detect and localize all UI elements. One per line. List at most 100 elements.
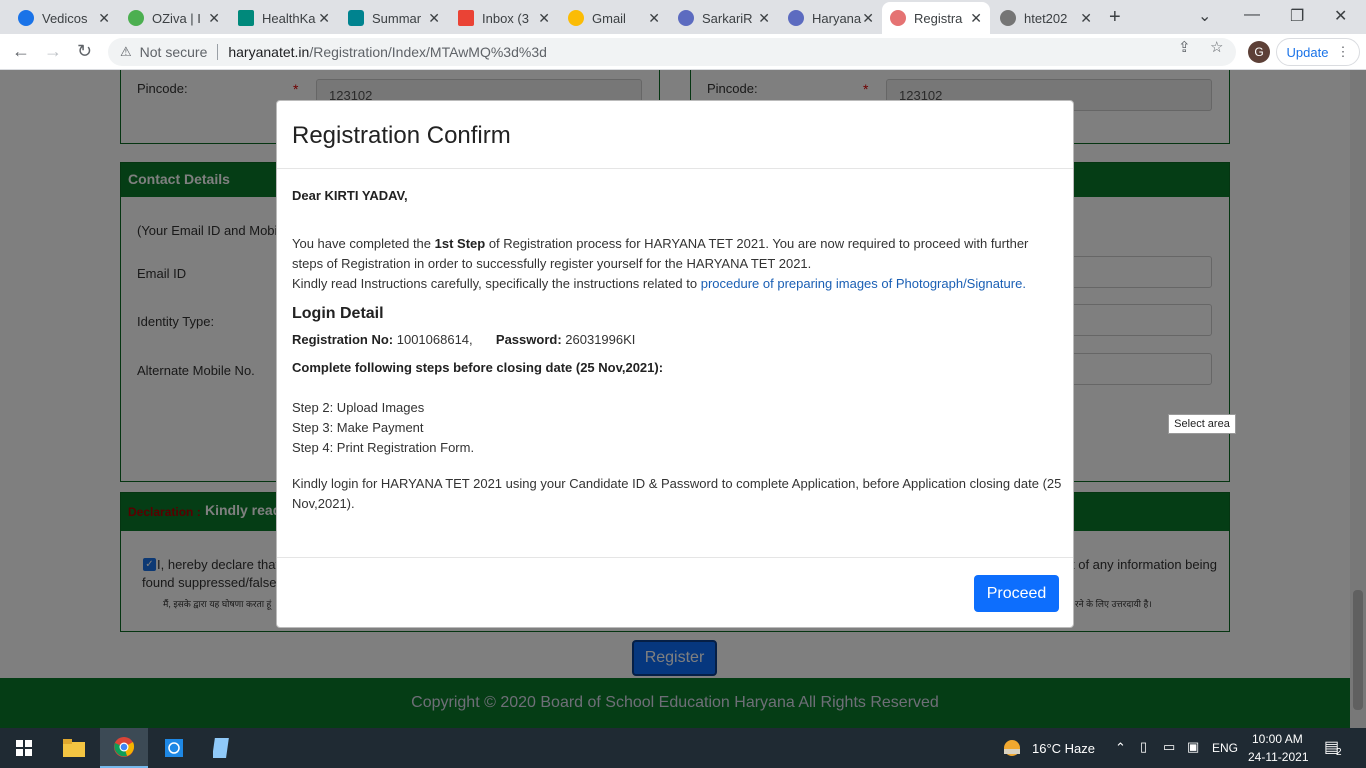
chrome-icon[interactable] xyxy=(100,728,148,768)
browser-tab[interactable]: Haryana ✕ xyxy=(780,2,882,34)
back-arrow-icon[interactable]: ← xyxy=(12,41,30,62)
clock-date[interactable]: 24-11-2021 xyxy=(1248,750,1309,764)
weather-icon[interactable] xyxy=(1002,738,1022,761)
windows-start-icon[interactable] xyxy=(0,728,48,768)
divider xyxy=(217,44,219,60)
battery-icon[interactable]: ▭ xyxy=(1163,739,1175,755)
bookmark-star-icon[interactable]: ☆ xyxy=(1210,38,1223,56)
tab-title: Vedicos xyxy=(42,10,88,26)
browser-tab[interactable]: Gmail ✕ xyxy=(560,2,668,34)
login-detail-heading: Login Detail xyxy=(292,305,384,322)
modal-header: Registration Confirm xyxy=(277,101,1073,169)
chevron-up-icon[interactable]: ⌃ xyxy=(1115,740,1126,756)
tab-title: htet202 xyxy=(1024,10,1068,26)
weather-text[interactable]: 16°C Haze xyxy=(1032,741,1095,756)
tab-title: Gmail xyxy=(592,10,626,26)
para-text: Kindly read Instructions carefully, spec… xyxy=(292,276,701,291)
notification-count: 2 xyxy=(1336,747,1342,758)
close-tab-icon[interactable]: ✕ xyxy=(538,10,550,27)
instructions-link[interactable]: procedure of preparing images of Photogr… xyxy=(701,276,1026,291)
close-tab-icon[interactable]: ✕ xyxy=(1080,10,1092,27)
browser-tab-strip: Vedicos ✕ OZiva | I ✕ HealthKa ✕ Summar … xyxy=(0,0,1366,34)
close-tab-icon[interactable]: ✕ xyxy=(318,10,330,27)
step-highlight: 1st Step xyxy=(434,236,486,251)
tab-search-icon[interactable]: ⌄ xyxy=(1198,6,1211,26)
close-tab-icon[interactable]: ✕ xyxy=(970,10,982,27)
close-tab-icon[interactable]: ✕ xyxy=(648,10,660,27)
browser-tab[interactable]: htet202 ✕ xyxy=(992,2,1100,34)
close-tab-icon[interactable]: ✕ xyxy=(862,10,874,27)
proceed-button[interactable]: Proceed xyxy=(974,575,1059,612)
close-tab-icon[interactable]: ✕ xyxy=(208,10,220,27)
favicon-icon xyxy=(348,10,364,26)
tab-title: HealthKa xyxy=(262,10,316,26)
google-icon xyxy=(568,10,584,26)
address-toolbar: ← → ↻ ⚠ Not secure haryanatet.in/Registr… xyxy=(0,34,1366,70)
favicon-icon xyxy=(238,10,254,26)
steps-heading: Complete following steps before closing … xyxy=(292,360,664,375)
tab-title: Inbox (3 xyxy=(482,10,529,26)
url-path[interactable]: /Registration/Index/MTAwMQ%3d%3d xyxy=(309,44,547,60)
instructions-paragraph: Kindly read Instructions carefully, spec… xyxy=(292,274,1062,294)
network-icon[interactable]: ▣ xyxy=(1187,739,1199,755)
globe-icon xyxy=(1000,10,1016,26)
notepad-icon[interactable] xyxy=(198,728,246,768)
password-label: Password: xyxy=(495,332,562,347)
tab-title: Registra xyxy=(914,10,963,26)
favicon-icon xyxy=(18,10,34,26)
language-indicator[interactable]: ENG xyxy=(1212,741,1238,755)
browser-tab-active[interactable]: Registra ✕ xyxy=(882,2,990,34)
tab-title: Haryana xyxy=(812,10,862,26)
modal-body: Dear KIRTI YADAV, You have completed the… xyxy=(292,186,1062,514)
tab-title: OZiva | I xyxy=(152,10,201,26)
minimize-icon[interactable]: — xyxy=(1244,6,1260,24)
control-panel-icon[interactable] xyxy=(150,728,198,768)
update-label: Update xyxy=(1286,44,1329,60)
tab-title: SarkariR xyxy=(702,10,753,26)
select-area-tooltip: Select area xyxy=(1168,414,1236,434)
para-text: You have completed the xyxy=(292,236,435,251)
step-item: Step 3: Make Payment xyxy=(292,420,424,435)
reload-icon[interactable]: ↻ xyxy=(77,41,92,62)
device-icon[interactable]: ▯ xyxy=(1140,739,1147,755)
browser-tab[interactable]: Vedicos ✕ xyxy=(10,2,118,34)
close-tab-icon[interactable]: ✕ xyxy=(758,10,770,27)
completion-paragraph: You have completed the 1st Step of Regis… xyxy=(292,234,1062,274)
password-value: 26031996KI xyxy=(561,332,636,347)
step-item: Step 2: Upload Images xyxy=(292,400,425,415)
update-button[interactable]: Update ⋮ xyxy=(1276,38,1360,66)
browser-tab[interactable]: SarkariR ✕ xyxy=(670,2,778,34)
modal-title: Registration Confirm xyxy=(292,122,511,149)
security-label[interactable]: Not secure xyxy=(140,44,208,60)
gmail-icon xyxy=(458,10,474,26)
close-window-icon[interactable]: ✕ xyxy=(1334,6,1347,26)
close-tab-icon[interactable]: ✕ xyxy=(98,10,110,27)
browser-tab[interactable]: HealthKa ✕ xyxy=(230,2,338,34)
share-icon[interactable]: ⇪ xyxy=(1178,38,1191,56)
warning-icon[interactable]: ⚠ xyxy=(120,44,132,60)
forward-arrow-icon[interactable]: → xyxy=(44,41,62,62)
profile-avatar[interactable]: G xyxy=(1248,41,1270,63)
tab-title: Summar xyxy=(372,10,422,26)
greeting: Dear KIRTI YADAV, xyxy=(292,188,408,203)
registration-no-value: 1001068614, xyxy=(393,332,473,347)
close-tab-icon[interactable]: ✕ xyxy=(428,10,440,27)
new-tab-button[interactable]: + xyxy=(1109,6,1121,29)
file-explorer-icon[interactable] xyxy=(50,728,98,768)
step-item: Step 4: Print Registration Form. xyxy=(292,440,475,455)
browser-tab[interactable]: Inbox (3 ✕ xyxy=(450,2,558,34)
modal-footer: Proceed xyxy=(277,557,1073,629)
browser-tab[interactable]: OZiva | I ✕ xyxy=(120,2,228,34)
url-host[interactable]: haryanatet.in xyxy=(228,44,309,60)
registration-no-label: Registration No: xyxy=(292,332,394,347)
more-menu-icon[interactable]: ⋮ xyxy=(1336,44,1349,60)
favicon-icon xyxy=(678,10,694,26)
browser-tab[interactable]: Summar ✕ xyxy=(340,2,448,34)
login-credentials: Registration No: 1001068614, Password: 2… xyxy=(292,330,1062,350)
closing-note: Kindly login for HARYANA TET 2021 using … xyxy=(292,476,1062,511)
url-bar[interactable]: ⚠ Not secure haryanatet.in/Registration/… xyxy=(108,38,1236,66)
clock-time[interactable]: 10:00 AM xyxy=(1252,732,1303,746)
restore-icon[interactable]: ❐ xyxy=(1290,6,1304,26)
windows-taskbar: 16°C Haze ⌃ ▯ ▭ ▣ ENG 10:00 AM 24-11-202… xyxy=(0,728,1366,768)
favicon-icon xyxy=(128,10,144,26)
